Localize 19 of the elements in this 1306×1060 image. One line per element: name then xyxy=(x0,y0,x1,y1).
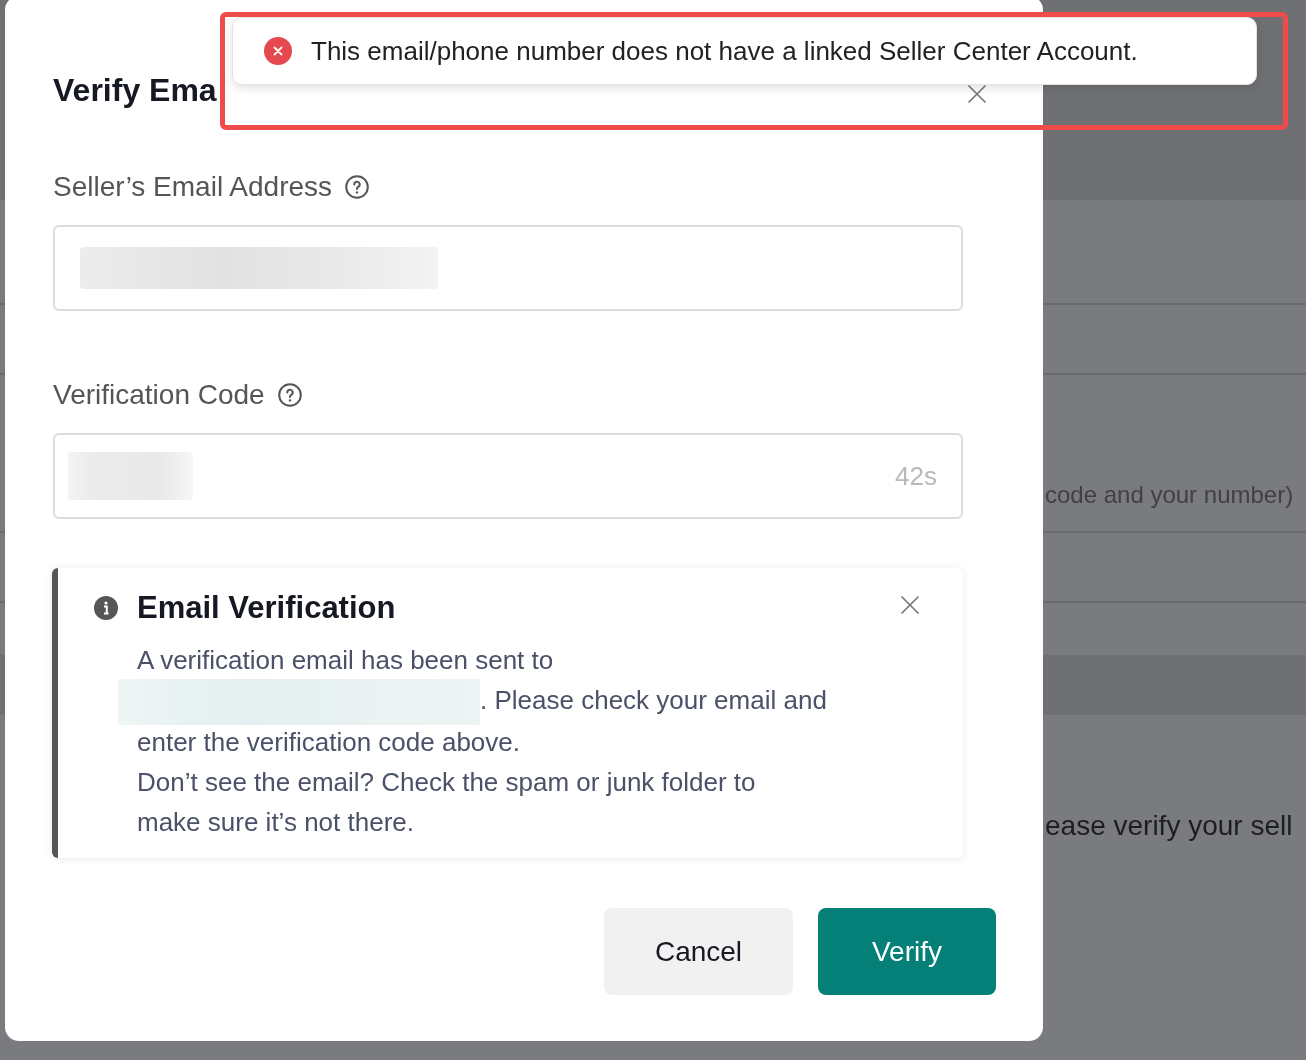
field-label: Seller’s Email Address xyxy=(53,170,333,204)
help-icon[interactable] xyxy=(277,383,302,407)
alert-message: A verification email has been sent to . Please check your email and enter the verification code above. xyxy=(137,640,882,763)
alert-title: Email Verification xyxy=(137,589,397,627)
toast-message: This email/phone number does not have a linked Seller Center Account. xyxy=(311,36,1138,66)
page-text: code and your number) xyxy=(1045,480,1294,510)
close-icon[interactable] xyxy=(901,596,919,614)
page-text: ease verify your sell xyxy=(1045,809,1293,843)
input-field[interactable] xyxy=(53,225,963,311)
countdown-text: 42s xyxy=(895,461,937,491)
error-icon xyxy=(264,37,292,65)
field-label: Verification Code xyxy=(53,378,265,412)
close-icon[interactable] xyxy=(968,85,986,103)
verify-button[interactable]: Verify xyxy=(818,908,996,996)
help-icon[interactable] xyxy=(345,175,370,199)
dialog-title: Verify Ema xyxy=(53,71,217,110)
cancel-button[interactable]: Cancel xyxy=(604,908,793,996)
info-icon xyxy=(94,596,118,620)
alert-note: Don’t see the email? Check the spam or junk folder to make sure it’s not there. xyxy=(137,766,757,840)
